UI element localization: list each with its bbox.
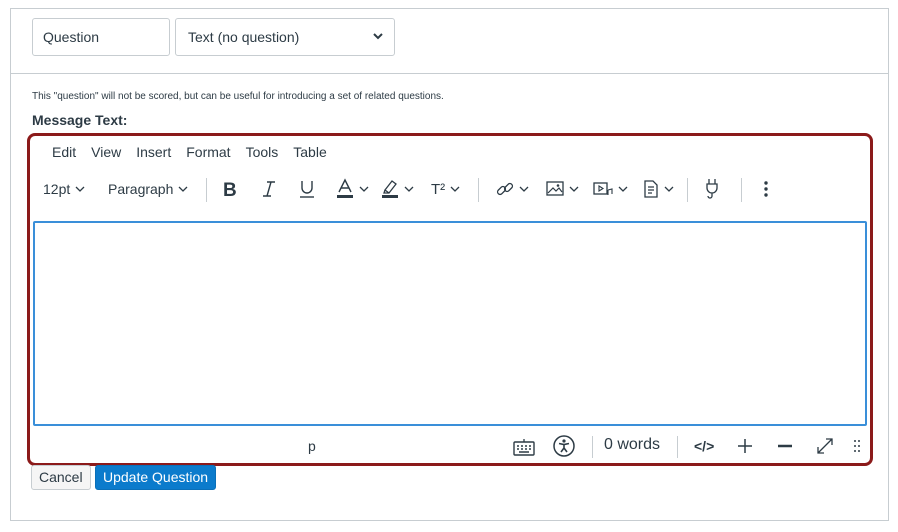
menu-tools[interactable]: Tools [238, 143, 286, 161]
chevron-down-icon [404, 185, 414, 193]
chevron-down-icon [519, 185, 529, 193]
link-button[interactable] [496, 172, 529, 206]
chevron-down-icon [450, 185, 460, 193]
editor-statusbar: p 0 words </> [30, 431, 870, 463]
question-name-input[interactable]: Question [32, 18, 170, 56]
italic-icon [261, 179, 277, 199]
media-icon [593, 181, 613, 197]
superscript-button[interactable]: T² [431, 172, 460, 206]
chevron-down-icon [372, 19, 384, 55]
chevron-down-icon [569, 185, 579, 193]
media-button[interactable] [593, 172, 628, 206]
text-color-button[interactable] [336, 172, 369, 206]
more-vertical-icon [763, 180, 769, 198]
menu-insert[interactable]: Insert [128, 143, 178, 161]
message-text-label: Message Text: [32, 112, 128, 128]
question-header: Question Text (no question) [11, 9, 888, 74]
question-type-select[interactable]: Text (no question) [175, 18, 395, 56]
image-button[interactable] [546, 172, 579, 206]
update-question-button[interactable]: Update Question [95, 465, 217, 490]
cancel-button[interactable]: Cancel [31, 465, 91, 490]
underline-icon [298, 179, 316, 199]
chevron-down-icon [618, 185, 628, 193]
apps-button[interactable] [704, 172, 720, 206]
link-icon [496, 180, 514, 198]
html-editor-toggle[interactable]: </> [694, 438, 714, 454]
keyboard-icon[interactable] [513, 438, 535, 456]
question-note: This "question" will not be scored, but … [32, 91, 444, 102]
toolbar-divider [687, 178, 688, 202]
resize-grip-icon[interactable] [853, 439, 861, 453]
font-size-value: 12pt [43, 181, 71, 197]
statusbar-divider [677, 436, 678, 458]
text-color-icon [336, 178, 354, 200]
editor-menubar: Edit View Insert Format Tools Table [44, 143, 334, 161]
editor-content-area[interactable] [33, 221, 867, 426]
editor-toolbar: 12pt Paragraph B T² [36, 172, 866, 206]
highlight-color-button[interactable] [381, 172, 414, 206]
highlight-color-icon [381, 178, 399, 200]
document-icon [643, 180, 659, 198]
expand-icon[interactable] [816, 437, 834, 455]
bold-button[interactable]: B [221, 172, 239, 206]
menu-table[interactable]: Table [285, 143, 333, 161]
menu-edit[interactable]: Edit [44, 143, 83, 161]
chevron-down-icon [359, 185, 369, 193]
document-button[interactable] [643, 172, 674, 206]
zoom-in-icon[interactable] [737, 438, 753, 454]
word-count[interactable]: 0 words [604, 436, 660, 454]
block-format-value: Paragraph [108, 181, 174, 197]
superscript-icon: T² [431, 180, 446, 198]
statusbar-divider [592, 436, 593, 458]
chevron-down-icon [75, 185, 85, 193]
plug-icon [704, 178, 720, 200]
more-button[interactable] [763, 172, 769, 206]
bold-icon: B [221, 179, 239, 199]
image-icon [546, 181, 564, 197]
chevron-down-icon [664, 185, 674, 193]
underline-button[interactable] [298, 172, 316, 206]
toolbar-divider [478, 178, 479, 202]
accessibility-icon[interactable] [553, 435, 575, 457]
chevron-down-icon [178, 185, 188, 193]
element-path[interactable]: p [308, 438, 316, 454]
zoom-out-icon[interactable] [777, 438, 793, 454]
menu-view[interactable]: View [83, 143, 128, 161]
rich-content-editor: Edit View Insert Format Tools Table 12pt… [27, 133, 873, 466]
toolbar-divider [206, 178, 207, 202]
font-size-dropdown[interactable]: 12pt [43, 172, 85, 206]
svg-text:B: B [223, 180, 237, 199]
question-form: Question Text (no question) This "questi… [10, 8, 889, 521]
toolbar-divider [741, 178, 742, 202]
question-type-value: Text (no question) [188, 29, 300, 45]
italic-button[interactable] [261, 172, 277, 206]
menu-format[interactable]: Format [178, 143, 237, 161]
block-format-dropdown[interactable]: Paragraph [108, 172, 188, 206]
